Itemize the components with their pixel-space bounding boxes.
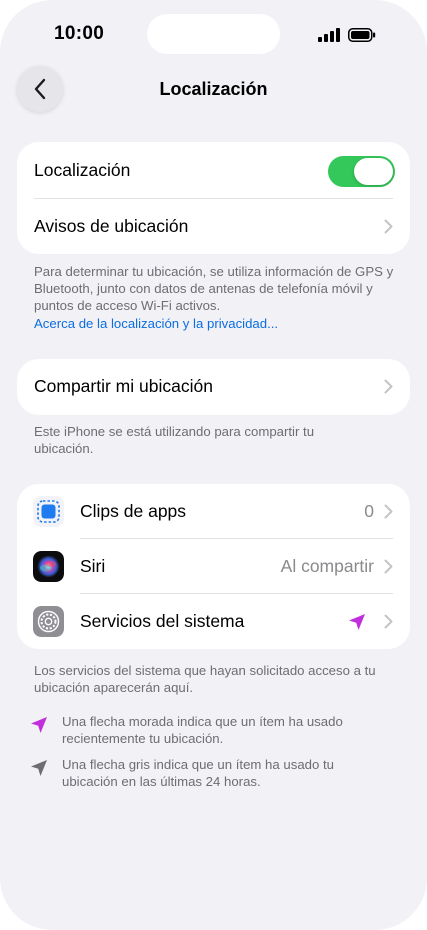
location-info-text: Para determinar tu ubicación, se utiliza… (34, 264, 394, 314)
status-time: 10:00 (54, 23, 105, 44)
legend-gray-text: Una flecha gris indica que un ítem ha us… (62, 757, 334, 790)
chevron-right-icon (384, 504, 393, 519)
location-alerts-row[interactable]: Avisos de ubicación (17, 199, 410, 254)
share-location-card: Compartir mi ubicación (17, 359, 410, 415)
apps-card: Clips de apps 0 Siri Al compartir Servic… (17, 484, 410, 649)
app-value: 0 (364, 501, 374, 521)
app-label: Servicios del sistema (80, 611, 245, 631)
location-services-row[interactable]: Localización (17, 143, 410, 198)
siri-icon (33, 551, 64, 582)
chevron-right-icon (384, 559, 393, 574)
app-value: Al compartir (280, 556, 374, 576)
page-title: Localización (159, 79, 268, 99)
location-services-label: Localización (34, 160, 131, 180)
share-location-label: Compartir mi ubicación (34, 376, 213, 396)
location-arrow-gray-icon (31, 760, 47, 776)
phone-screen: 10:00 Localización Localización Avisos d… (0, 0, 427, 930)
share-location-row[interactable]: Compartir mi ubicación (17, 359, 410, 414)
legend-purple-text: Una flecha morada indica que un ítem ha … (62, 714, 343, 747)
app-row-clips[interactable]: Clips de apps 0 (17, 484, 410, 539)
toggle-knob (354, 158, 393, 185)
dynamic-island (147, 14, 280, 54)
location-services-toggle[interactable] (328, 156, 395, 187)
status-bar: 10:00 (0, 0, 427, 70)
cellular-signal-icon (318, 28, 340, 42)
privacy-link[interactable]: Acerca de la localización y la privacida… (34, 315, 394, 332)
location-settings-card: Localización Avisos de ubicación (17, 142, 410, 254)
app-row-system-services[interactable]: Servicios del sistema (17, 594, 410, 649)
app-row-siri[interactable]: Siri Al compartir (17, 539, 410, 594)
location-arrow-purple-icon (31, 717, 47, 733)
location-info-footnote: Para determinar tu ubicación, se utiliza… (34, 263, 394, 332)
share-info-footnote: Este iPhone se está utilizando para comp… (34, 424, 315, 457)
battery-icon (348, 28, 376, 42)
app-label: Clips de apps (80, 501, 187, 521)
system-services-footnote: Los servicios del sistema que hayan soli… (34, 663, 376, 696)
app-clips-icon (33, 496, 64, 527)
location-alerts-label: Avisos de ubicación (34, 216, 189, 236)
settings-gear-icon (33, 606, 64, 637)
chevron-right-icon (384, 219, 393, 234)
chevron-right-icon (384, 379, 393, 394)
location-arrow-purple-icon (349, 614, 365, 630)
chevron-right-icon (384, 614, 393, 629)
app-label: Siri (80, 556, 106, 576)
